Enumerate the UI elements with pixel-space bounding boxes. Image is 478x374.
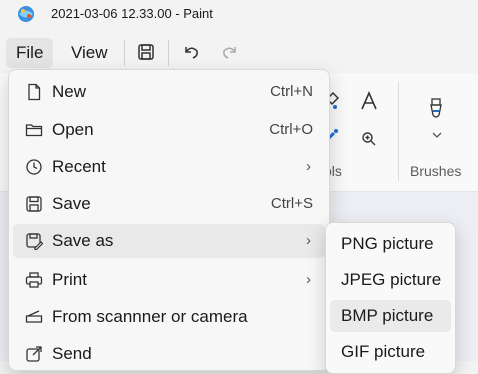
submenu-item-png[interactable]: PNG picture (330, 228, 451, 260)
submenu-item-label: BMP picture (341, 306, 434, 325)
new-file-icon (28, 83, 41, 101)
magnifier-icon[interactable] (361, 131, 377, 147)
menu-item-save[interactable]: Save Ctrl+S (13, 187, 325, 221)
scanner-icon (25, 310, 43, 323)
menu-item-label: New (52, 82, 87, 101)
menu-item-recent[interactable]: Recent › (13, 150, 325, 184)
menu-item-shortcut: Ctrl+N (270, 83, 313, 100)
chevron-down-icon[interactable] (432, 131, 442, 139)
printer-icon (25, 272, 43, 288)
menu-item-label: Recent (52, 157, 106, 176)
menu-item-label: Save as (52, 231, 114, 250)
menu-item-label: From scannner or camera (52, 307, 248, 326)
menu-item-label: Open (52, 120, 94, 139)
file-menu: New Ctrl+N Open Ctrl+O Recent › Save Ctr… (8, 69, 330, 371)
menu-item-save-as[interactable]: Save as › (13, 224, 325, 258)
menu-item-send[interactable]: Send (13, 337, 325, 371)
menu-separator (168, 40, 169, 66)
menu-item-label: Save (52, 194, 91, 213)
text-icon[interactable] (359, 90, 379, 112)
save-as-icon (26, 233, 43, 250)
menu-bar: File View (0, 34, 478, 72)
clock-icon (26, 159, 42, 175)
send-icon (26, 346, 42, 362)
submenu-item-gif[interactable]: GIF picture (330, 336, 451, 368)
brush-icon[interactable] (427, 97, 445, 123)
redo-icon[interactable] (220, 42, 240, 62)
undo-icon[interactable] (181, 42, 201, 62)
submenu-item-jpeg[interactable]: JPEG picture (330, 264, 451, 296)
ribbon-separator (398, 81, 399, 181)
menu-item-new[interactable]: New Ctrl+N (13, 75, 325, 109)
file-menu-tab[interactable]: File (6, 38, 54, 68)
window-title: 2021-03-06 12.33.00 - Paint (51, 6, 213, 21)
submenu-item-label: JPEG picture (341, 270, 442, 289)
chevron-right-icon: › (306, 271, 311, 288)
save-as-submenu: PNG picture JPEG picture BMP picture GIF… (325, 222, 456, 374)
brushes-group-label: Brushes (410, 163, 462, 179)
paint-app-icon (18, 6, 34, 22)
submenu-item-label: GIF picture (341, 342, 426, 361)
menu-item-from-scanner[interactable]: From scannner or camera (13, 300, 325, 334)
submenu-item-bmp[interactable]: BMP picture (330, 300, 451, 332)
chevron-right-icon: › (306, 158, 311, 175)
title-bar: 2021-03-06 12.33.00 - Paint (0, 0, 478, 30)
menu-item-open[interactable]: Open Ctrl+O (13, 113, 325, 147)
menu-item-shortcut: Ctrl+O (269, 121, 313, 138)
menu-item-label: Send (52, 344, 92, 363)
view-menu-tab[interactable]: View (61, 38, 118, 68)
chevron-right-icon: › (306, 232, 311, 249)
folder-icon (25, 124, 43, 137)
menu-item-label: Print (52, 270, 87, 289)
menu-item-shortcut: Ctrl+S (270, 195, 313, 212)
submenu-item-label: PNG picture (341, 234, 434, 253)
menu-item-print[interactable]: Print › (13, 263, 325, 297)
save-icon[interactable] (136, 42, 156, 62)
menu-separator (124, 40, 125, 66)
save-icon (26, 196, 42, 212)
